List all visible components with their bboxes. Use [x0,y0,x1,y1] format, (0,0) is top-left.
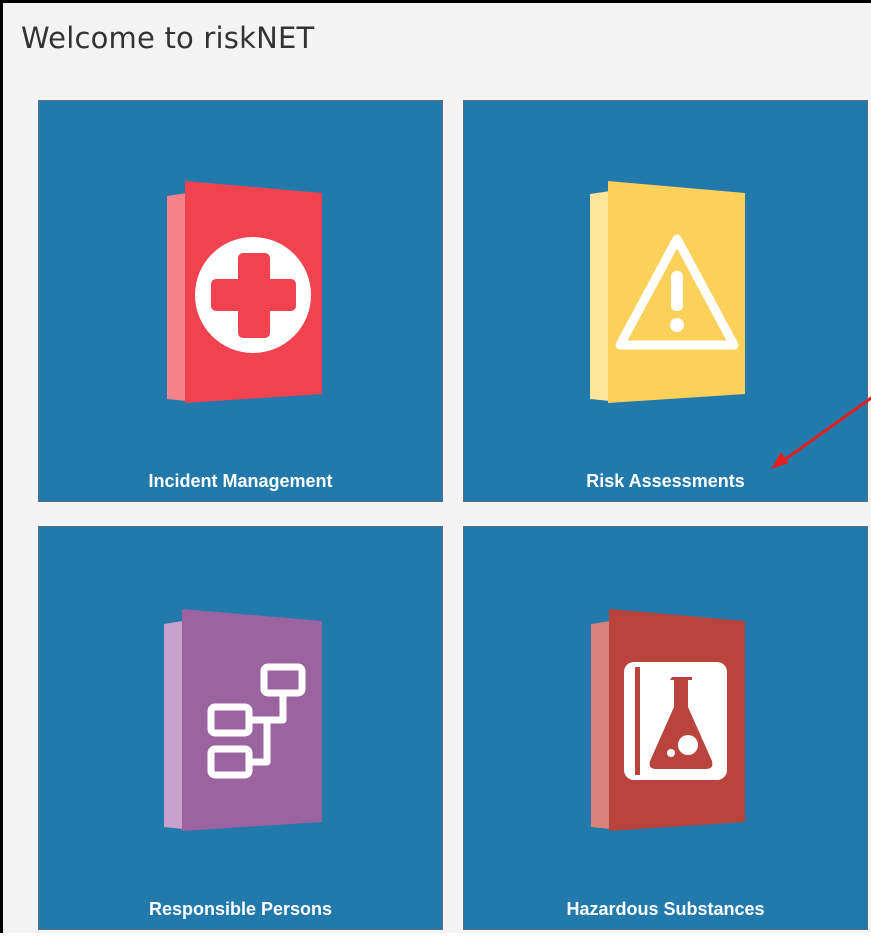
app-frame: Welcome to riskNET Incident Management R… [0,0,871,933]
warning-book-icon [590,181,745,403]
org-chart-book-icon [164,609,322,831]
page-title: Welcome to riskNET [21,21,315,55]
tile-responsible-persons[interactable]: Responsible Persons [38,526,443,930]
first-aid-book-icon [167,181,322,403]
flask-book-icon [591,609,745,831]
tile-label: Hazardous Substances [566,899,765,919]
tile-hazardous-substances[interactable]: Hazardous Substances [463,526,868,930]
tile-risk-assessments[interactable]: Risk Assessments [463,100,868,502]
tile-label: Incident Management [148,471,333,491]
tile-incident-management[interactable]: Incident Management [38,100,443,502]
tile-label: Responsible Persons [148,899,333,919]
tile-label: Risk Assessments [586,471,745,491]
